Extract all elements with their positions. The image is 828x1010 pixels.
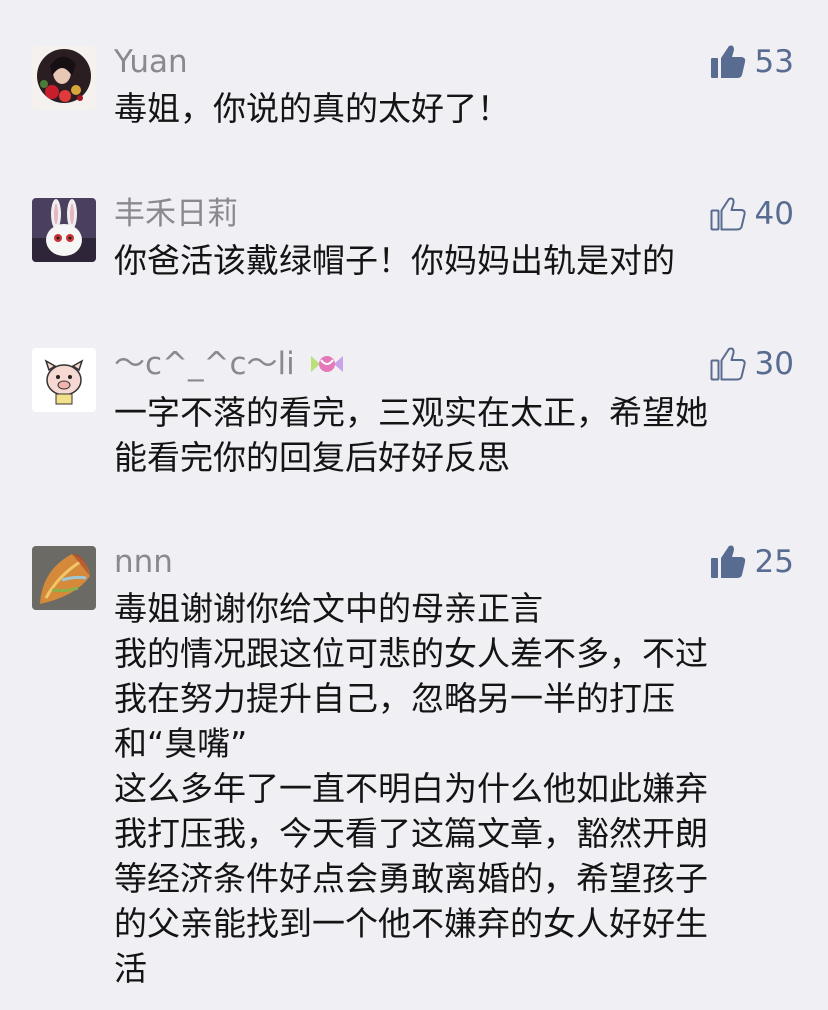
like-count: 25 xyxy=(754,544,794,580)
comment-text-line: 我的情况跟这位可悲的女人差不多，不过 xyxy=(114,634,708,673)
comment-text-line: 一字不落的看完，三观实在太正，希望她 xyxy=(114,393,708,432)
like-count: 53 xyxy=(754,44,794,80)
comment-username[interactable]: 丰禾日莉 xyxy=(114,194,238,234)
comment-text-line: 你爸活该戴绿帽子！你妈妈出轨是对的 xyxy=(114,241,675,280)
like-button[interactable]: 53 xyxy=(709,42,794,82)
thumbs-up-filled-icon xyxy=(709,43,747,81)
avatar[interactable] xyxy=(32,546,96,610)
like-button[interactable]: 25 xyxy=(709,542,794,582)
comment-text-line: 等经济条件好点会勇敢离婚的，希望孩子 xyxy=(114,859,708,898)
comment-username[interactable]: nnn xyxy=(114,542,173,582)
comment-text: 你爸活该戴绿帽子！你妈妈出轨是对的 xyxy=(114,238,794,283)
comment-text: 一字不落的看完，三观实在太正，希望她 能看完你的回复后好好反思 xyxy=(114,390,794,480)
like-count: 40 xyxy=(754,196,794,232)
comment-username[interactable]: Yuan xyxy=(114,42,188,82)
comment-text-line: 和“臭嘴” xyxy=(114,724,248,763)
comment-username[interactable]: ～c^_^c～li xyxy=(114,344,347,386)
avatar[interactable] xyxy=(32,46,96,110)
thumbs-up-filled-icon xyxy=(709,543,747,581)
comment-text-line: 的父亲能找到一个他不嫌弃的女人好好生 xyxy=(114,904,708,943)
avatar[interactable] xyxy=(32,198,96,262)
candy-emoji-icon xyxy=(307,346,347,386)
comment-text: 毒姐谢谢你给文中的母亲正言 我的情况跟这位可悲的女人差不多，不过 我在努力提升自… xyxy=(114,586,794,991)
comment-text-line: 这么多年了一直不明白为什么他如此嫌弃 xyxy=(114,769,708,808)
avatar[interactable] xyxy=(32,348,96,412)
comment-text-line: 我在努力提升自己，忽略另一半的打压 xyxy=(114,679,675,718)
like-button[interactable]: 40 xyxy=(709,194,794,234)
like-count: 30 xyxy=(754,346,794,382)
comment-text-line: 毒姐，你说的真的太好了！ xyxy=(114,89,510,128)
comment-text-line: 我打压我，今天看了这篇文章，豁然开朗 xyxy=(114,814,708,853)
comment-text-line: 毒姐谢谢你给文中的母亲正言 xyxy=(114,589,543,628)
thumbs-up-outline-icon xyxy=(709,345,747,383)
like-button[interactable]: 30 xyxy=(709,344,794,384)
comment-text-line: 活 xyxy=(114,949,147,988)
username-text: ～c^_^c～li xyxy=(114,346,295,382)
thumbs-up-outline-icon xyxy=(709,195,747,233)
comment-text-line: 能看完你的回复后好好反思 xyxy=(114,438,510,477)
comment-text: 毒姐，你说的真的太好了！ xyxy=(114,86,794,131)
